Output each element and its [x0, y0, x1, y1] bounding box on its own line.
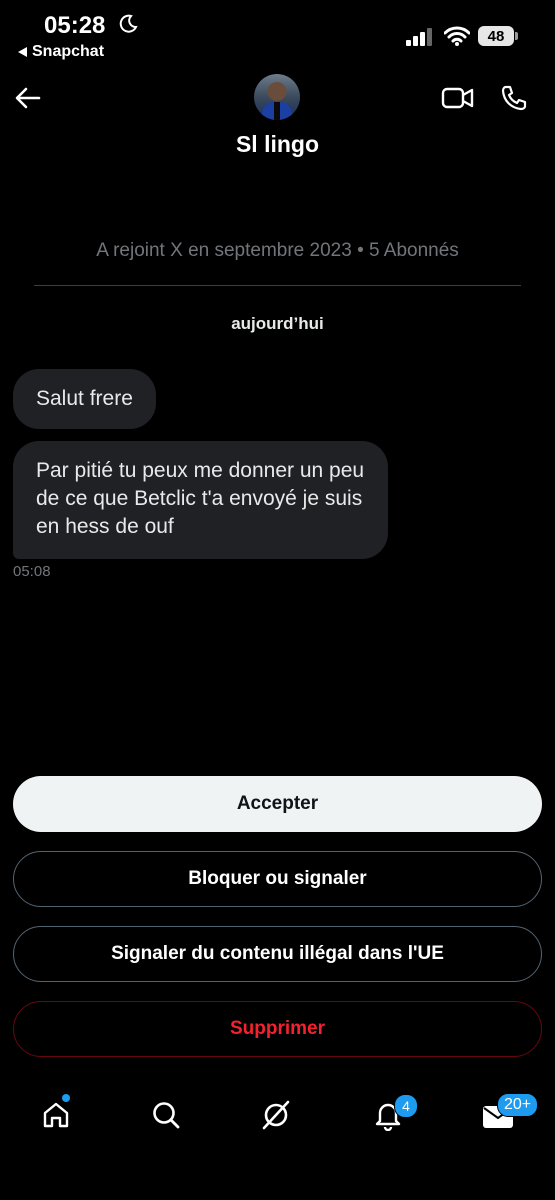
- battery-tip: [515, 32, 518, 40]
- delete-button[interactable]: Supprimer: [13, 1001, 542, 1057]
- messages-badge: 20+: [497, 1093, 539, 1117]
- phone-icon[interactable]: [500, 84, 528, 112]
- battery-icon: 48: [478, 26, 514, 46]
- moon-icon: [119, 14, 138, 33]
- tab-search[interactable]: [146, 1095, 186, 1135]
- back-arrow-icon[interactable]: [14, 84, 42, 112]
- accept-button[interactable]: Accepter: [13, 776, 542, 832]
- message-timestamp: 05:08: [13, 563, 51, 580]
- notifications-badge: 4: [394, 1094, 418, 1118]
- home-icon: [43, 1102, 69, 1128]
- search-icon: [153, 1102, 180, 1129]
- tab-grok[interactable]: [256, 1095, 296, 1135]
- tab-home[interactable]: [36, 1095, 76, 1135]
- message-bubble[interactable]: Par pitié tu peux me donner un peu de ce…: [13, 441, 388, 559]
- avatar[interactable]: [254, 74, 300, 120]
- status-time: 05:28: [44, 12, 106, 39]
- divider: [34, 285, 521, 286]
- message-bubble[interactable]: Salut frere: [13, 369, 156, 429]
- wifi-icon: [444, 26, 470, 46]
- back-triangle-icon: [18, 47, 27, 57]
- back-to-app-link[interactable]: Snapchat: [18, 43, 104, 61]
- date-separator: aujourd’hui: [231, 314, 324, 333]
- back-app-label: Snapchat: [32, 43, 105, 60]
- video-icon[interactable]: [441, 84, 475, 112]
- profile-name[interactable]: Sl lingo: [0, 131, 555, 158]
- signal-icon: [406, 28, 432, 46]
- grok-icon: [262, 1100, 290, 1130]
- report-illegal-content-button[interactable]: Signaler du contenu illégal dans l'UE: [13, 926, 542, 982]
- join-info: A rejoint X en septembre 2023 • 5 Abonné…: [96, 240, 459, 261]
- block-or-report-button[interactable]: Bloquer ou signaler: [13, 851, 542, 907]
- home-unread-dot: [62, 1094, 70, 1102]
